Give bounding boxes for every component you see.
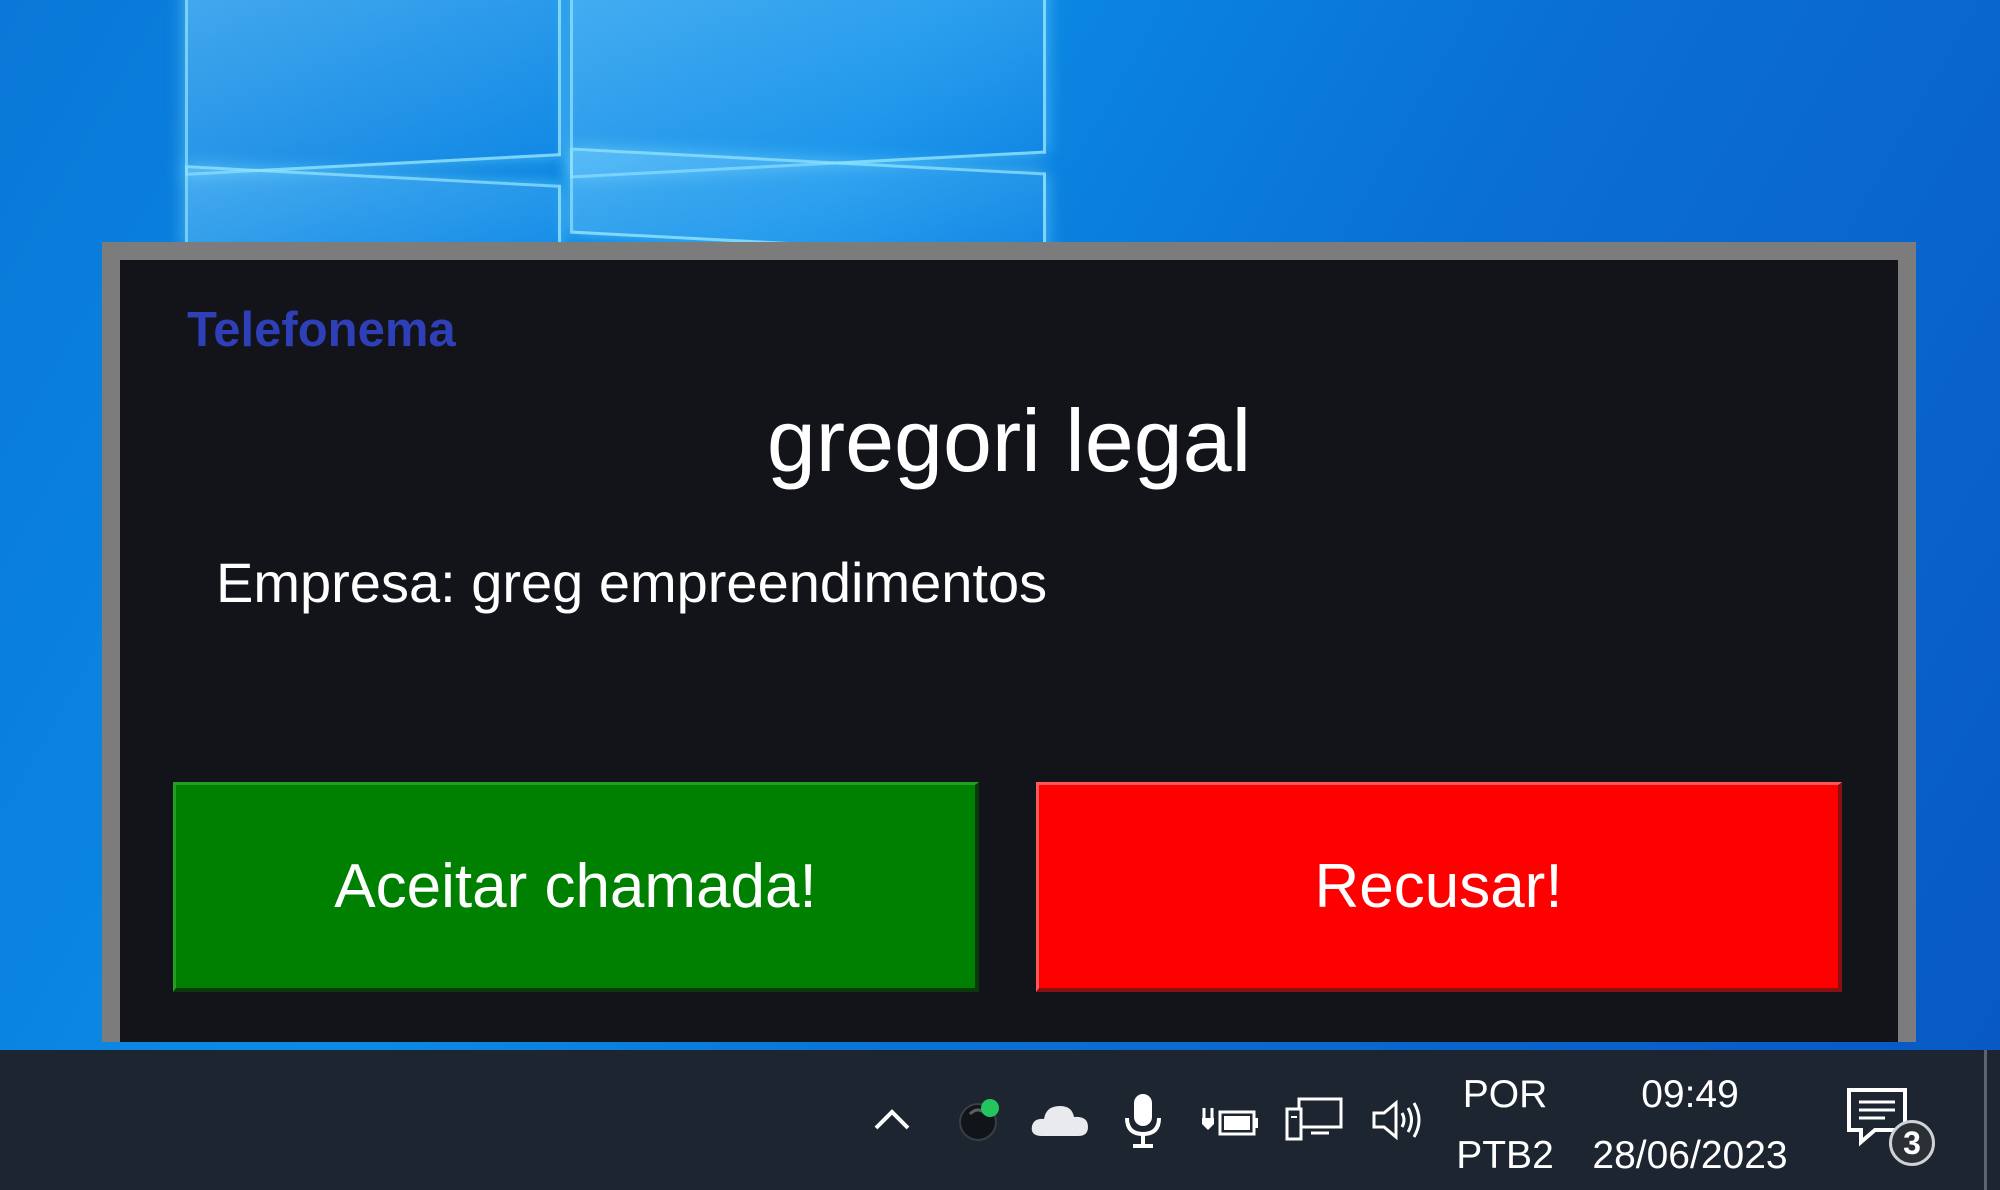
clock-time: 09:49 bbox=[1641, 1073, 1739, 1116]
onedrive-cloud-icon[interactable] bbox=[1025, 1090, 1095, 1150]
power-plug-icon[interactable] bbox=[1195, 1090, 1265, 1150]
microphone-icon[interactable] bbox=[1115, 1088, 1171, 1152]
clock-date: 28/06/2023 bbox=[1592, 1134, 1788, 1177]
decline-call-button[interactable]: Recusar! bbox=[1036, 782, 1842, 992]
caller-name: gregori legal bbox=[766, 391, 1252, 490]
window-title: Telefonema bbox=[187, 303, 456, 357]
keyboard-layout: PTB2 bbox=[1456, 1134, 1554, 1177]
windows-logo-pane bbox=[185, 0, 561, 176]
app-status-icon[interactable] bbox=[950, 1090, 1010, 1150]
taskbar-clock[interactable]: 09:49 28/06/2023 bbox=[1575, 1064, 1805, 1186]
notification-count-badge: 3 bbox=[1889, 1120, 1935, 1166]
input-language-indicator[interactable]: POR PTB2 bbox=[1450, 1064, 1560, 1186]
incoming-call-window: Telefonema gregori legal Empresa: greg e… bbox=[102, 242, 1916, 1042]
volume-icon[interactable] bbox=[1365, 1090, 1435, 1150]
taskbar: POR PTB2 09:49 28/06/2023 3 bbox=[0, 1050, 2000, 1190]
chevron-up-icon[interactable] bbox=[862, 1090, 922, 1150]
desktop-background: Telefonema gregori legal Empresa: greg e… bbox=[0, 0, 2000, 1190]
network-icon[interactable] bbox=[1280, 1090, 1350, 1150]
language-code: POR bbox=[1462, 1073, 1548, 1116]
caller-company: Empresa: greg empreendimentos bbox=[216, 551, 1048, 614]
accept-call-button[interactable]: Aceitar chamada! bbox=[173, 782, 979, 992]
notification-center-button[interactable]: 3 bbox=[1845, 1086, 1935, 1176]
incoming-call-panel: Telefonema gregori legal Empresa: greg e… bbox=[120, 260, 1898, 1042]
show-desktop-button[interactable] bbox=[1984, 1050, 1987, 1190]
